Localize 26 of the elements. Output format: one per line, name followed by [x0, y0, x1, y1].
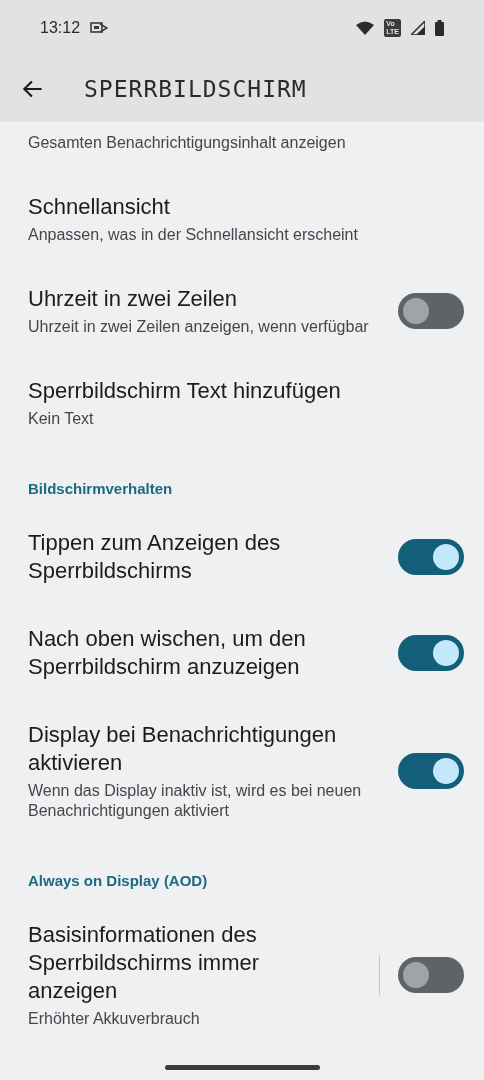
status-time: 13:12 — [40, 19, 81, 37]
setting-summary: Anpassen, was in der Schnellansicht erscheint — [28, 225, 359, 245]
setting-title[interactable]: Uhrzeit in zwei Zeilen — [28, 285, 382, 313]
toggle-switch[interactable] — [398, 293, 464, 329]
toggle-switch[interactable] — [398, 753, 464, 789]
setting-title[interactable]: Nach oben wischen, um den Sperrbildschirm anzuzeigen — [28, 625, 382, 681]
setting-title[interactable]: Basisinformationen des Sperrbildschirms immer anzeigen — [28, 921, 333, 1005]
section-header: Bildschirmverhalten — [27, 479, 174, 499]
setting-title[interactable]: Display bei Benachrichtigungen aktivieren — [28, 721, 382, 777]
section-header: Always on Display (AOD) — [27, 871, 209, 891]
battery-icon — [435, 20, 444, 36]
notification-icon — [90, 21, 109, 35]
wifi-icon — [356, 21, 375, 35]
setting-summary: Erhöhter Akkuverbrauch — [28, 1009, 201, 1029]
toggle-switch[interactable] — [398, 539, 464, 575]
setting-summary: Uhrzeit in zwei Zeilen anzeigen, wenn verfügbar — [28, 317, 370, 337]
setting-summary: Gesamten Benachrichtigungsinhalt anzeigen — [28, 133, 347, 153]
setting-title[interactable]: Tippen zum Anzeigen des Sperrbildschirms — [28, 529, 382, 585]
setting-summary: Kein Text — [28, 409, 95, 429]
setting-title[interactable]: Sperrbildschirm Text hinzufügen — [28, 377, 464, 405]
setting-summary: Wenn das Display inaktiv ist, wird es bei neuen Benachrichtigungen aktiviert — [28, 781, 363, 821]
toggle-switch[interactable] — [398, 635, 464, 671]
toggle-switch[interactable] — [398, 957, 464, 993]
signal-icon — [411, 21, 425, 35]
screen-title: SPERRBILDSCHIRM — [84, 76, 307, 102]
setting-title[interactable]: Schnellansicht — [28, 193, 464, 221]
